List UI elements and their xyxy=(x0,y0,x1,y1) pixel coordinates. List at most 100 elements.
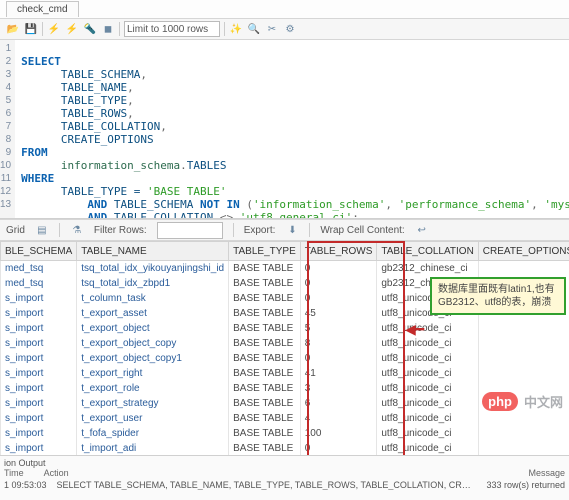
cell-coll[interactable]: utf8_unicode_ci xyxy=(377,411,478,426)
cell-schema[interactable]: med_tsq xyxy=(1,276,77,291)
result-grid[interactable]: BLE_SCHEMA TABLE_NAME TABLE_TYPE TABLE_R… xyxy=(0,241,569,455)
cell-type[interactable]: BASE TABLE xyxy=(229,411,301,426)
cell-type[interactable]: BASE TABLE xyxy=(229,336,301,351)
cell-coll[interactable]: gb2312_chinese_ci xyxy=(377,261,478,277)
cell-rows[interactable]: 41 xyxy=(300,366,377,381)
cell-schema[interactable]: s_import xyxy=(1,366,77,381)
cell-type[interactable]: BASE TABLE xyxy=(229,321,301,336)
cell-schema[interactable]: s_import xyxy=(1,321,77,336)
col-header-name[interactable]: TABLE_NAME xyxy=(77,242,229,261)
cell-schema[interactable]: s_import xyxy=(1,351,77,366)
cell-coll[interactable]: utf8_unicode_ci xyxy=(377,381,478,396)
sql-editor[interactable]: SELECT TABLE_SCHEMA, TABLE_NAME, TABLE_T… xyxy=(15,40,569,218)
cell-opts[interactable] xyxy=(478,351,569,366)
search-icon[interactable]: 🔍 xyxy=(247,22,261,36)
cell-coll[interactable]: utf8_unicode_ci xyxy=(377,336,478,351)
cell-type[interactable]: BASE TABLE xyxy=(229,381,301,396)
cell-rows[interactable]: 0 xyxy=(300,441,377,455)
cell-type[interactable]: BASE TABLE xyxy=(229,291,301,306)
cell-opts[interactable] xyxy=(478,261,569,277)
cell-schema[interactable]: med_tsq xyxy=(1,261,77,277)
cell-schema[interactable]: s_import xyxy=(1,441,77,455)
cell-coll[interactable]: utf8_unicode_ci xyxy=(377,396,478,411)
col-header-rows[interactable]: TABLE_ROWS xyxy=(300,242,377,261)
cell-type[interactable]: BASE TABLE xyxy=(229,261,301,277)
table-row[interactable]: s_importt_export_object_copyBASE TABLE8u… xyxy=(1,336,569,351)
col-header-type[interactable]: TABLE_TYPE xyxy=(229,242,301,261)
cell-schema[interactable]: s_import xyxy=(1,291,77,306)
cell-name[interactable]: t_fofa_spider xyxy=(77,426,229,441)
wrap-icon[interactable]: ↩ xyxy=(415,223,429,237)
cell-coll[interactable]: utf8_unicode_ci xyxy=(377,441,478,455)
cell-name[interactable]: tsq_total_idx_zbpd1 xyxy=(77,276,229,291)
tab-check-cmd[interactable]: check_cmd xyxy=(6,1,79,17)
cell-type[interactable]: BASE TABLE xyxy=(229,426,301,441)
cell-name[interactable]: t_column_task xyxy=(77,291,229,306)
execute-icon[interactable]: ⚡ xyxy=(47,22,61,36)
table-row[interactable]: s_importt_fofa_spiderBASE TABLE100utf8_u… xyxy=(1,426,569,441)
cell-rows[interactable]: 100 xyxy=(300,426,377,441)
snippets-icon[interactable]: ✂ xyxy=(265,22,279,36)
table-row[interactable]: s_importt_export_rightBASE TABLE41utf8_u… xyxy=(1,366,569,381)
cell-rows[interactable]: 45 xyxy=(300,306,377,321)
cell-name[interactable]: t_export_user xyxy=(77,411,229,426)
cell-type[interactable]: BASE TABLE xyxy=(229,276,301,291)
table-row[interactable]: s_importt_import_adiBASE TABLE0utf8_unic… xyxy=(1,441,569,455)
limit-rows-input[interactable] xyxy=(124,21,220,37)
cell-schema[interactable]: s_import xyxy=(1,426,77,441)
settings-icon[interactable]: ⚙ xyxy=(283,22,297,36)
cell-rows[interactable]: 0 xyxy=(300,291,377,306)
table-row[interactable]: med_tsqtsq_total_idx_yikouyanjingshi_idB… xyxy=(1,261,569,277)
cell-coll[interactable]: utf8_unicode_ci xyxy=(377,426,478,441)
cell-opts[interactable] xyxy=(478,366,569,381)
cell-schema[interactable]: s_import xyxy=(1,381,77,396)
cell-type[interactable]: BASE TABLE xyxy=(229,351,301,366)
filter-input[interactable] xyxy=(157,222,223,239)
cell-rows[interactable]: 6 xyxy=(300,396,377,411)
cell-type[interactable]: BASE TABLE xyxy=(229,366,301,381)
cell-schema[interactable]: s_import xyxy=(1,306,77,321)
cell-schema[interactable]: s_import xyxy=(1,411,77,426)
cell-opts[interactable] xyxy=(478,426,569,441)
cell-name[interactable]: t_export_strategy xyxy=(77,396,229,411)
cell-rows[interactable]: 4 xyxy=(300,411,377,426)
cell-type[interactable]: BASE TABLE xyxy=(229,396,301,411)
cell-rows[interactable]: 0 xyxy=(300,276,377,291)
stop-icon[interactable]: ◼ xyxy=(101,22,115,36)
explain-icon[interactable]: 🔦 xyxy=(83,22,97,36)
cell-type[interactable]: BASE TABLE xyxy=(229,306,301,321)
cell-schema[interactable]: s_import xyxy=(1,336,77,351)
execute-current-icon[interactable]: ⚡ xyxy=(65,22,79,36)
open-file-icon[interactable]: 📂 xyxy=(6,22,20,36)
cell-rows[interactable]: 5 xyxy=(300,321,377,336)
cell-name[interactable]: tsq_total_idx_yikouyanjingshi_id xyxy=(77,261,229,277)
cell-name[interactable]: t_export_object_copy1 xyxy=(77,351,229,366)
cell-opts[interactable] xyxy=(478,411,569,426)
col-header-options[interactable]: CREATE_OPTIONS xyxy=(478,242,569,261)
col-header-collation[interactable]: TABLE_COLLATION xyxy=(377,242,478,261)
grid-icon[interactable]: ▤ xyxy=(35,223,49,237)
cell-name[interactable]: t_export_asset xyxy=(77,306,229,321)
cell-coll[interactable]: utf8_unicode_ci xyxy=(377,351,478,366)
cell-opts[interactable] xyxy=(478,336,569,351)
cell-name[interactable]: t_export_object xyxy=(77,321,229,336)
cell-name[interactable]: t_import_adi xyxy=(77,441,229,455)
cell-rows[interactable]: 8 xyxy=(300,336,377,351)
cell-rows[interactable]: 3 xyxy=(300,381,377,396)
col-header-schema[interactable]: BLE_SCHEMA xyxy=(1,242,77,261)
beautify-icon[interactable]: ✨ xyxy=(229,22,243,36)
table-row[interactable]: s_importt_export_objectBASE TABLE5utf8_u… xyxy=(1,321,569,336)
cell-name[interactable]: t_export_right xyxy=(77,366,229,381)
cell-coll[interactable]: utf8_unicode_ci xyxy=(377,366,478,381)
cell-type[interactable]: BASE TABLE xyxy=(229,441,301,455)
save-icon[interactable]: 💾 xyxy=(24,22,38,36)
cell-opts[interactable] xyxy=(478,321,569,336)
cell-rows[interactable]: 0 xyxy=(300,261,377,277)
table-row[interactable]: s_importt_export_object_copy1BASE TABLE0… xyxy=(1,351,569,366)
cell-schema[interactable]: s_import xyxy=(1,396,77,411)
table-row[interactable]: s_importt_export_userBASE TABLE4utf8_uni… xyxy=(1,411,569,426)
export-icon[interactable]: ⬇ xyxy=(285,223,299,237)
cell-name[interactable]: t_export_role xyxy=(77,381,229,396)
cell-name[interactable]: t_export_object_copy xyxy=(77,336,229,351)
cell-opts[interactable] xyxy=(478,441,569,455)
